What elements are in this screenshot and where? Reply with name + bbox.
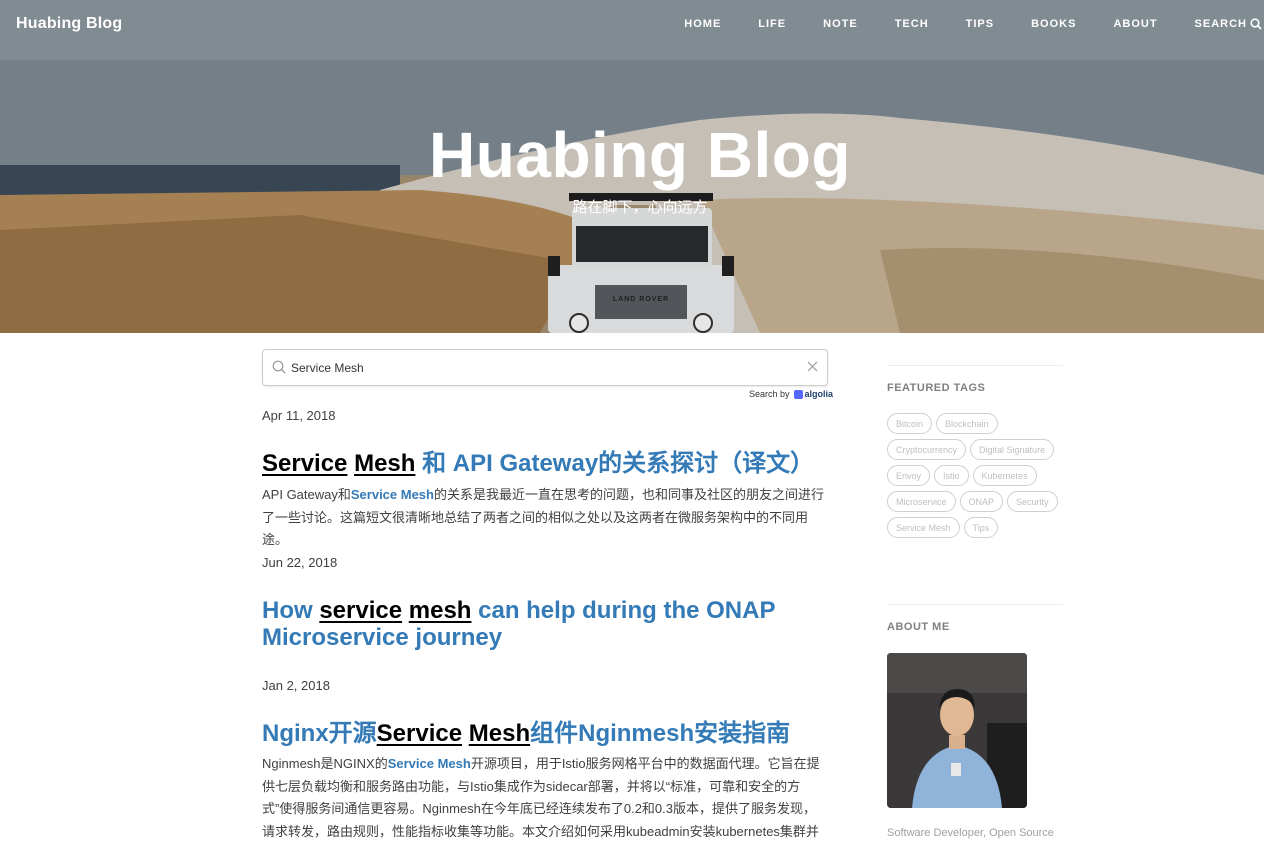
tag-onap[interactable]: ONAP	[959, 491, 1004, 512]
tag-cryptocurrency[interactable]: Cryptocurrency	[887, 439, 967, 460]
title-highlight: Mesh	[468, 720, 531, 747]
hero-title: Huabing Blog	[429, 119, 851, 191]
nav-item-tips[interactable]: TIPS	[966, 17, 994, 31]
site-brand[interactable]: Huabing Blog	[16, 15, 122, 33]
about-me-title: ABOUT ME	[887, 621, 950, 633]
post-excerpt: API Gateway和Service Mesh的关系是我最近一直在思考的问题，…	[262, 484, 828, 552]
excerpt-text: Nginmesh是NGINX的	[262, 756, 388, 771]
post-title-link[interactable]: How service mesh can help during the ONA…	[262, 597, 828, 651]
close-icon[interactable]	[806, 360, 819, 373]
hero-banner: LAND ROVER Huabing Blog HOME LIFE NOTE T…	[0, 0, 1264, 333]
algolia-label: algolia	[804, 389, 834, 399]
post-date: Jun 22, 2018	[262, 555, 338, 570]
tag-blockchain[interactable]: Blockchain	[936, 413, 998, 434]
tag-kubernetes[interactable]: Kubernetes	[972, 465, 1037, 486]
author-photo	[887, 653, 1027, 808]
nav-item-tech[interactable]: TECH	[895, 17, 929, 31]
title-highlight: Service	[376, 720, 463, 747]
tag-microservice[interactable]: Microservice	[887, 491, 956, 512]
post-list: Search by algolia Apr 11, 2018 Service M…	[262, 349, 833, 839]
title-text: 和 API Gateway的关系探讨（译文）	[415, 450, 815, 477]
excerpt-keyword: Service Mesh	[387, 756, 471, 771]
tag-envoy[interactable]: Envoy	[887, 465, 931, 486]
search-powered-by[interactable]: Search by algolia	[749, 389, 833, 399]
nav-item-about[interactable]: ABOUT	[1113, 17, 1157, 31]
nav-search-label: SEARCH	[1194, 18, 1247, 30]
search-input[interactable]	[291, 358, 791, 378]
about-me-text: Software Developer, Open Source	[887, 827, 1054, 839]
post-excerpt: Nginmesh是NGINX的Service Mesh开源项目，用于Istio服…	[262, 753, 828, 844]
algolia-logo-icon	[793, 389, 803, 399]
nav-item-home[interactable]: HOME	[684, 17, 721, 31]
featured-tags-title: FEATURED TAGS	[887, 382, 986, 394]
search-icon	[1250, 18, 1262, 30]
title-text	[462, 720, 469, 747]
nav-item-search[interactable]: SEARCH	[1195, 17, 1264, 31]
search-icon	[272, 360, 286, 374]
tag-istio[interactable]: Istio	[934, 465, 969, 486]
tag-service-mesh[interactable]: Service Mesh	[887, 517, 960, 538]
tag-tips[interactable]: Tips	[963, 517, 999, 538]
tag-bitcoin[interactable]: Bitcoin	[887, 413, 933, 434]
excerpt-text: API Gateway和	[262, 487, 351, 502]
divider	[887, 365, 1063, 366]
title-text: 组件Nginmesh安装指南	[530, 720, 791, 747]
title-text	[402, 597, 409, 624]
avatar	[887, 653, 1027, 808]
excerpt-keyword: Service Mesh	[350, 487, 434, 502]
post-date: Jan 2, 2018	[262, 678, 330, 693]
top-nav: HOME LIFE NOTE TECH TIPS BOOKS ABOUT SEA…	[647, 17, 1264, 31]
title-text: How	[262, 597, 320, 624]
featured-tags-list: Bitcoin Blockchain Cryptocurrency Digita…	[887, 413, 1063, 543]
hero-subtitle: 路在脚下，心向远方	[572, 199, 708, 216]
nav-item-note[interactable]: NOTE	[823, 17, 858, 31]
sidebar: FEATURED TAGS Bitcoin Blockchain Cryptoc…	[887, 365, 1063, 839]
post-title-link[interactable]: Service Mesh 和 API Gateway的关系探讨（译文）	[262, 450, 828, 477]
tag-security[interactable]: Security	[1007, 491, 1058, 512]
title-highlight: mesh	[408, 597, 472, 624]
title-highlight: Service	[262, 450, 348, 477]
search-by-label: Search by	[749, 389, 790, 399]
title-highlight: service	[319, 597, 403, 624]
tag-digital-signature[interactable]: Digital Signature	[970, 439, 1055, 460]
post-date: Apr 11, 2018	[262, 408, 336, 423]
title-text: Nginx开源	[262, 720, 377, 747]
search-box	[262, 349, 828, 386]
nav-item-books[interactable]: BOOKS	[1031, 17, 1076, 31]
divider	[887, 604, 1063, 605]
post-title-link[interactable]: Nginx开源Service Mesh组件Nginmesh安装指南	[262, 720, 828, 747]
nav-item-life[interactable]: LIFE	[758, 17, 786, 31]
title-highlight: Mesh	[354, 450, 416, 477]
